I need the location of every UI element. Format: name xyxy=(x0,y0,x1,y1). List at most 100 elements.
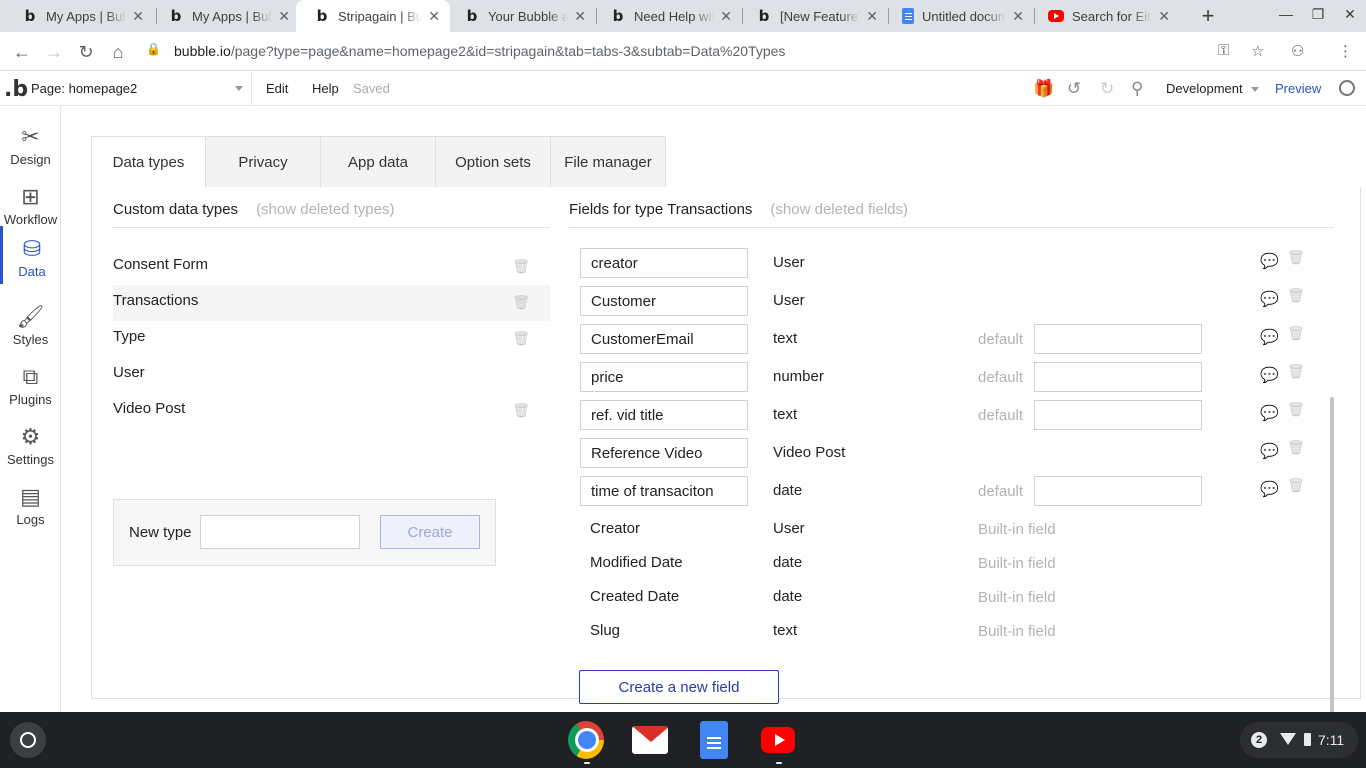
notification-badge[interactable]: 2 xyxy=(1251,732,1267,748)
browser-tab[interactable]: Untitled docume ✕ xyxy=(884,0,1034,32)
sidebar-item-plugins[interactable]: ⧉ Plugins xyxy=(0,354,61,414)
reload-icon[interactable]: ↻ xyxy=(74,40,98,64)
field-type[interactable]: text xyxy=(773,330,797,347)
gift-icon[interactable]: 🎁 xyxy=(1033,79,1054,99)
new-tab-icon[interactable]: + xyxy=(1196,3,1220,28)
sidebar-item-data[interactable]: ⛁ Data xyxy=(0,226,61,284)
close-icon[interactable]: ✕ xyxy=(278,8,290,25)
home-icon[interactable]: ⌂ xyxy=(106,40,130,64)
trash-icon[interactable]: 🗑 xyxy=(1287,325,1305,342)
close-icon[interactable]: ✕ xyxy=(132,8,144,25)
default-value-input[interactable] xyxy=(1034,324,1202,354)
close-icon[interactable]: ✕ xyxy=(866,8,878,25)
restore-window-icon[interactable]: ❐ xyxy=(1308,6,1328,23)
show-deleted-types-link[interactable]: (show deleted types) xyxy=(256,201,394,218)
field-name-input[interactable]: Customer xyxy=(580,286,748,316)
sidebar-item-styles[interactable]: 🖌 Styles xyxy=(0,294,61,354)
tab-app-data[interactable]: App data xyxy=(321,136,436,188)
close-icon[interactable]: ✕ xyxy=(574,8,586,25)
comment-icon[interactable]: 💬 xyxy=(1260,290,1279,308)
show-deleted-fields-link[interactable]: (show deleted fields) xyxy=(770,201,908,218)
field-name-input[interactable]: CustomerEmail xyxy=(580,324,748,354)
chrome-app[interactable] xyxy=(568,721,604,759)
minimize-icon[interactable]: — xyxy=(1276,6,1296,22)
comment-icon[interactable]: 💬 xyxy=(1260,366,1279,384)
close-icon[interactable]: ✕ xyxy=(1012,8,1024,25)
trash-icon[interactable]: 🗑 xyxy=(512,402,530,419)
status-tray[interactable]: 2 7:11 xyxy=(1240,722,1358,758)
default-value-input[interactable] xyxy=(1034,362,1202,392)
environment-selector[interactable]: Development xyxy=(1166,81,1259,96)
forward-icon[interactable]: → xyxy=(42,40,66,64)
create-new-field-button[interactable]: Create a new field xyxy=(579,670,779,704)
close-window-icon[interactable]: ✕ xyxy=(1340,6,1360,23)
tab-option-sets[interactable]: Option sets xyxy=(436,136,551,188)
redo-icon[interactable]: ↻ xyxy=(1100,79,1114,99)
type-row-type[interactable]: Type 🗑 xyxy=(113,321,550,357)
new-type-input[interactable] xyxy=(200,515,360,549)
type-row-user[interactable]: User xyxy=(113,357,550,393)
browser-tab[interactable]: b [New Feature] D ✕ xyxy=(738,0,888,32)
search-icon[interactable]: ⚲ xyxy=(1131,79,1143,99)
sidebar-item-design[interactable]: ✂ Design xyxy=(0,114,61,174)
comment-icon[interactable]: 💬 xyxy=(1260,442,1279,460)
youtube-app[interactable] xyxy=(760,722,796,758)
trash-icon[interactable]: 🗑 xyxy=(1287,477,1305,494)
docs-app[interactable] xyxy=(696,721,732,759)
browser-tab[interactable]: b My Apps | Bubble ✕ xyxy=(4,0,154,32)
field-name-input[interactable]: time of transaciton xyxy=(580,476,748,506)
back-icon[interactable]: ← xyxy=(10,40,34,64)
browser-tab[interactable]: Search for Eithe ✕ xyxy=(1030,0,1180,32)
trash-icon[interactable]: 🗑 xyxy=(1287,439,1305,456)
page-selector[interactable]: Page: homepage2 xyxy=(24,72,252,106)
default-value-input[interactable] xyxy=(1034,476,1202,506)
user-avatar-icon[interactable] xyxy=(1339,80,1355,96)
url-text[interactable]: bubble.io/page?type=page&name=homepage2&… xyxy=(174,43,785,59)
trash-icon[interactable]: 🗑 xyxy=(512,258,530,275)
tab-file-manager[interactable]: File manager xyxy=(551,136,666,188)
type-row-video-post[interactable]: Video Post 🗑 xyxy=(113,393,550,429)
gmail-app[interactable] xyxy=(632,722,668,758)
trash-icon[interactable]: 🗑 xyxy=(512,330,530,347)
field-name-input[interactable]: Reference Video xyxy=(580,438,748,468)
field-type[interactable]: number xyxy=(773,368,824,385)
create-type-button[interactable]: Create xyxy=(380,515,480,549)
field-type[interactable]: Video Post xyxy=(773,444,845,461)
trash-icon[interactable]: 🗑 xyxy=(512,294,530,311)
field-type[interactable]: User xyxy=(773,292,805,309)
field-type[interactable]: text xyxy=(773,406,797,423)
bookmark-star-icon[interactable]: ☆ xyxy=(1251,42,1264,60)
comment-icon[interactable]: 💬 xyxy=(1260,480,1279,498)
field-name-input[interactable]: ref. vid title xyxy=(580,400,748,430)
extension-icon[interactable]: ⚇ xyxy=(1291,42,1304,60)
comment-icon[interactable]: 💬 xyxy=(1260,328,1279,346)
comment-icon[interactable]: 💬 xyxy=(1260,252,1279,270)
comment-icon[interactable]: 💬 xyxy=(1260,404,1279,422)
trash-icon[interactable]: 🗑 xyxy=(1287,287,1305,304)
tab-privacy[interactable]: Privacy xyxy=(206,136,321,188)
address-bar[interactable]: 🔒 bubble.io/page?type=page&name=homepage… xyxy=(140,36,1280,66)
menu-help[interactable]: Help xyxy=(312,81,339,96)
sidebar-item-settings[interactable]: ⚙ Settings xyxy=(0,414,61,474)
default-value-input[interactable] xyxy=(1034,400,1202,430)
browser-tab[interactable]: b Need Help with ✕ xyxy=(592,0,742,32)
close-icon[interactable]: ✕ xyxy=(720,8,732,25)
sidebar-item-workflow[interactable]: ⊞ Workflow xyxy=(0,174,61,234)
preview-link[interactable]: Preview xyxy=(1275,81,1321,96)
close-icon[interactable]: ✕ xyxy=(428,8,440,25)
type-row-transactions[interactable]: Transactions 🗑 xyxy=(113,285,550,321)
kebab-menu-icon[interactable]: ⋮ xyxy=(1338,42,1353,60)
browser-tab[interactable]: b Your Bubble apps ✕ xyxy=(446,0,596,32)
trash-icon[interactable]: 🗑 xyxy=(1287,249,1305,266)
trash-icon[interactable]: 🗑 xyxy=(1287,363,1305,380)
browser-tab[interactable]: b My Apps | Bubble ✕ xyxy=(150,0,300,32)
launcher-icon[interactable] xyxy=(10,722,46,758)
close-icon[interactable]: ✕ xyxy=(1158,8,1170,25)
trash-icon[interactable]: 🗑 xyxy=(1287,401,1305,418)
field-type[interactable]: User xyxy=(773,254,805,271)
type-row-consent-form[interactable]: Consent Form 🗑 xyxy=(113,249,550,285)
field-type[interactable]: date xyxy=(773,482,802,499)
browser-tab-active[interactable]: b Stripagain | Bubble ✕ xyxy=(296,0,450,32)
key-icon[interactable]: ⚿ xyxy=(1218,42,1229,59)
sidebar-item-logs[interactable]: ▤ Logs xyxy=(0,474,61,534)
